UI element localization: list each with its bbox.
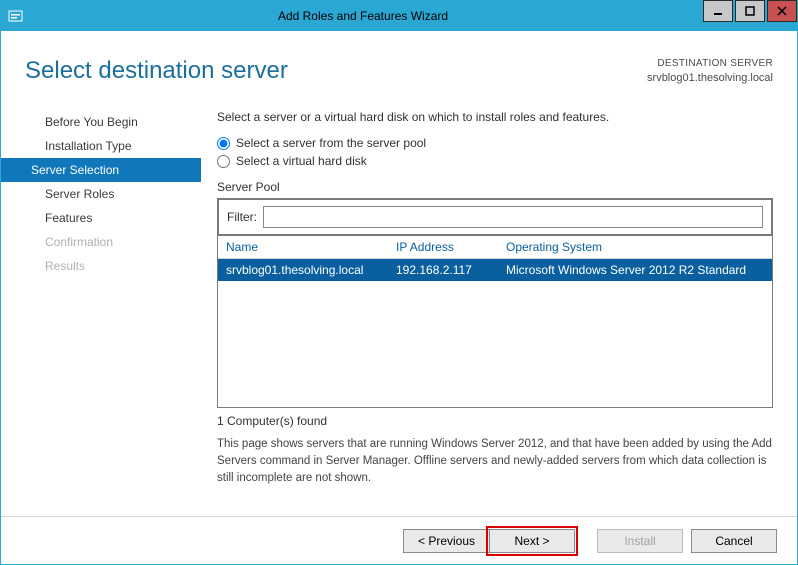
cell-name: srvblog01.thesolving.local xyxy=(226,263,396,277)
close-button[interactable] xyxy=(767,0,797,22)
radio-vhd-label: Select a virtual hard disk xyxy=(236,154,367,168)
main-panel: Select a server or a virtual hard disk o… xyxy=(201,106,797,486)
sidebar-item-features[interactable]: Features xyxy=(1,206,201,230)
sidebar-item-server-selection[interactable]: Server Selection xyxy=(1,158,201,182)
install-button: Install xyxy=(597,529,683,553)
cell-ip: 192.168.2.117 xyxy=(396,263,506,277)
sidebar-item-installation-type[interactable]: Installation Type xyxy=(1,134,201,158)
sidebar: Before You Begin Installation Type Serve… xyxy=(1,106,201,486)
header-area: Select destination server DESTINATION SE… xyxy=(1,31,797,86)
description-text: This page shows servers that are running… xyxy=(217,436,773,486)
sidebar-item-before-you-begin[interactable]: Before You Begin xyxy=(1,110,201,134)
table-row[interactable]: srvblog01.thesolving.local 192.168.2.117… xyxy=(218,259,772,281)
footer: < Previous Next > Install Cancel xyxy=(1,516,797,564)
destination-server: srvblog01.thesolving.local xyxy=(647,71,773,86)
cell-os: Microsoft Windows Server 2012 R2 Standar… xyxy=(506,263,764,277)
computers-found: 1 Computer(s) found xyxy=(217,414,773,428)
server-pool-label: Server Pool xyxy=(217,180,773,194)
filter-box: Filter: xyxy=(217,198,773,236)
app-icon xyxy=(7,7,25,25)
table-header: Name IP Address Operating System xyxy=(218,236,772,259)
column-name[interactable]: Name xyxy=(226,240,396,254)
destination-label: DESTINATION SERVER xyxy=(647,57,773,71)
window-controls xyxy=(701,1,797,31)
radio-vhd-row[interactable]: Select a virtual hard disk xyxy=(217,154,773,168)
radio-vhd[interactable] xyxy=(217,155,230,168)
radio-server-pool-row[interactable]: Select a server from the server pool xyxy=(217,136,773,150)
sidebar-item-server-roles[interactable]: Server Roles xyxy=(1,182,201,206)
column-os[interactable]: Operating System xyxy=(506,240,764,254)
cancel-button[interactable]: Cancel xyxy=(691,529,777,553)
radio-server-pool[interactable] xyxy=(217,137,230,150)
previous-button[interactable]: < Previous xyxy=(403,529,489,553)
body: Before You Begin Installation Type Serve… xyxy=(1,106,797,486)
next-button[interactable]: Next > xyxy=(489,529,575,553)
nav-button-group: < Previous Next > xyxy=(403,529,575,553)
server-table: Name IP Address Operating System srvblog… xyxy=(217,236,773,408)
intro-text: Select a server or a virtual hard disk o… xyxy=(217,110,773,124)
sidebar-item-results: Results xyxy=(1,254,201,278)
destination-info: DESTINATION SERVER srvblog01.thesolving.… xyxy=(647,57,773,86)
radio-server-pool-label: Select a server from the server pool xyxy=(236,136,426,150)
minimize-button[interactable] xyxy=(703,0,733,22)
filter-input[interactable] xyxy=(263,206,763,228)
maximize-button[interactable] xyxy=(735,0,765,22)
column-ip[interactable]: IP Address xyxy=(396,240,506,254)
sidebar-item-confirmation: Confirmation xyxy=(1,230,201,254)
page-title: Select destination server xyxy=(25,57,647,85)
window-title: Add Roles and Features Wizard xyxy=(25,9,701,23)
filter-label: Filter: xyxy=(227,210,257,224)
wizard-window: Add Roles and Features Wizard Select des… xyxy=(0,0,798,565)
titlebar: Add Roles and Features Wizard xyxy=(1,1,797,31)
